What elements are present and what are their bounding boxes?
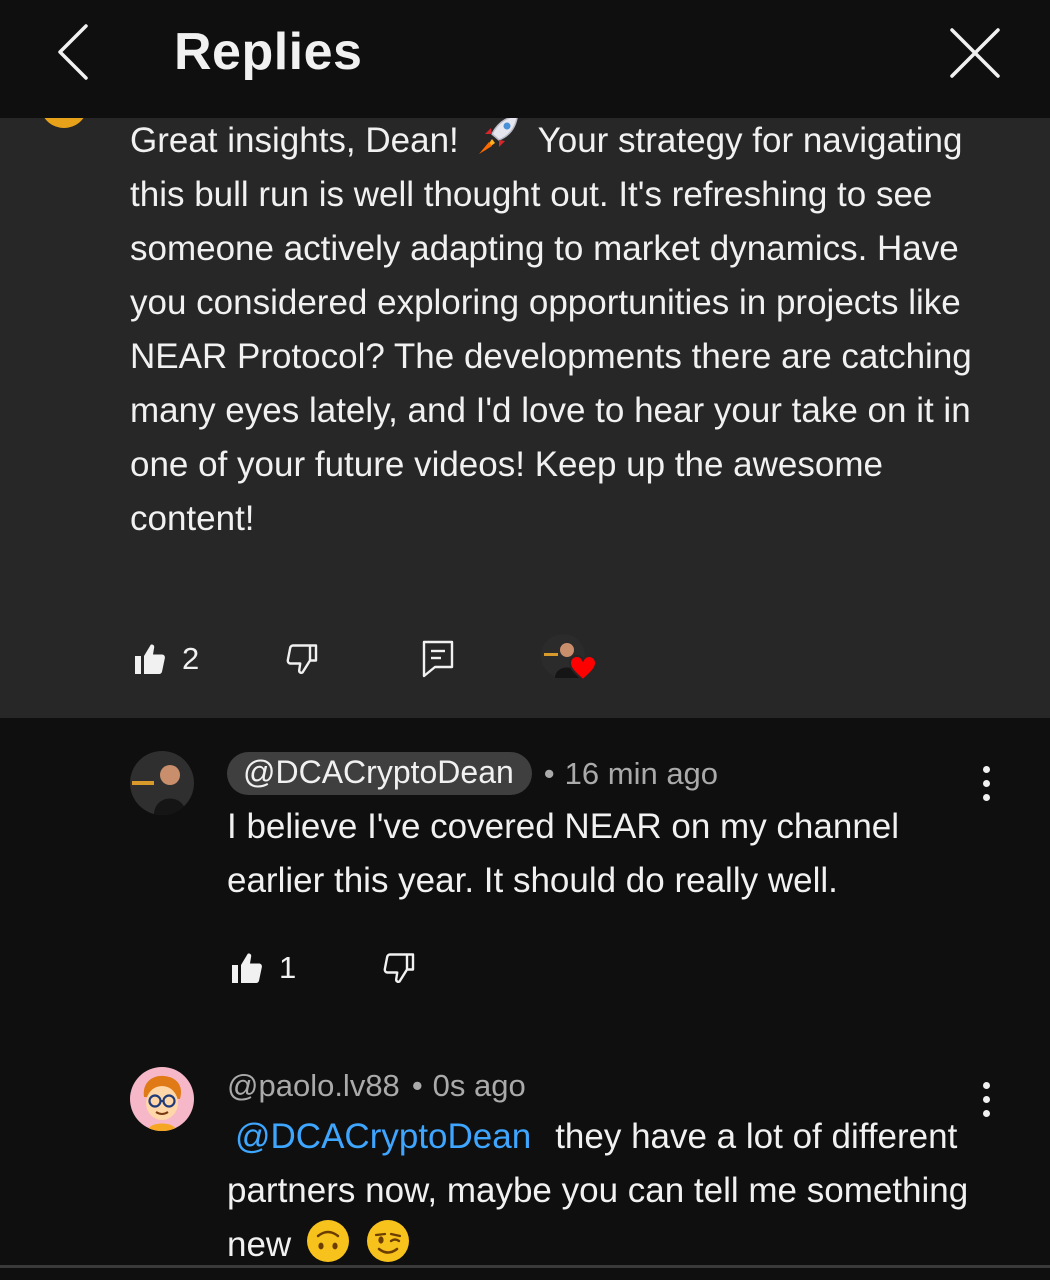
author-handle[interactable]: @paolo.lv88 (227, 1068, 400, 1104)
reply-meta: @DCACryptoDean • 16 min ago (227, 752, 718, 795)
kebab-dot-icon (982, 765, 990, 773)
reply-actions: 1 (229, 950, 416, 986)
upside-down-face-emoji-icon (306, 1220, 349, 1262)
thumbs-down-icon (383, 953, 415, 983)
thumbs-down-icon (286, 644, 318, 674)
reply-meta: @paolo.lv88 • 0s ago (227, 1068, 526, 1104)
mention-link[interactable]: @DCACryptoDean (235, 1117, 531, 1156)
thumbs-up-filled-icon (135, 644, 165, 674)
reply-button[interactable] (421, 639, 455, 679)
kebab-dot-icon (982, 1081, 990, 1089)
timestamp: 0s ago (432, 1068, 526, 1103)
cartoon-avatar-icon (130, 1067, 194, 1131)
winking-face-emoji-icon (366, 1220, 409, 1262)
avatar[interactable] (130, 1067, 194, 1131)
creator-avatar-icon (130, 751, 194, 815)
thumbs-up-filled-icon (232, 953, 262, 983)
page-title: Replies (174, 23, 363, 81)
reply-text: I believe I've covered NEAR on my channe… (227, 807, 900, 900)
reply-text: @DCACryptoDean they have a lot of differe… (227, 1110, 987, 1272)
chevron-left-icon (58, 24, 88, 80)
like-count: 1 (279, 950, 297, 985)
reply-item: @paolo.lv88 • 0s ago @DCACryptoDean they … (0, 1040, 1050, 1265)
dislike-button[interactable] (283, 641, 319, 677)
kebab-dot-icon (982, 1095, 990, 1103)
back-button[interactable] (52, 20, 112, 84)
comment-actions: 2 (132, 634, 601, 684)
parent-comment: Great insights, Dean! Your strategy for … (0, 98, 1050, 718)
reply-item: @DCACryptoDean • 16 min ago I believe I'… (0, 718, 1050, 1038)
creator-heart-badge (541, 634, 601, 684)
comment-text-part: Great insights, Dean! (130, 121, 459, 160)
comment-icon (423, 640, 454, 678)
separator-dot: • (411, 1068, 423, 1103)
close-button[interactable] (946, 24, 1004, 82)
dislike-button[interactable] (380, 950, 416, 986)
heart-icon (569, 654, 598, 682)
close-icon (950, 28, 1000, 78)
kebab-dot-icon (982, 779, 990, 787)
avatar[interactable] (130, 751, 194, 815)
like-button[interactable]: 1 (229, 950, 296, 986)
like-button[interactable]: 2 (132, 641, 199, 677)
header-bar: Replies (0, 0, 1050, 118)
rocket-emoji-icon (478, 115, 518, 154)
like-count: 2 (182, 641, 200, 676)
timestamp: 16 min ago (564, 755, 719, 791)
comment-text-part: Your strategy for navigating this bull r… (130, 121, 972, 538)
separator-dot: • (543, 755, 555, 791)
divider (0, 1265, 1050, 1268)
author-handle[interactable]: @DCACryptoDean (227, 752, 532, 795)
comment-text: Great insights, Dean! Your strategy for … (130, 112, 980, 546)
